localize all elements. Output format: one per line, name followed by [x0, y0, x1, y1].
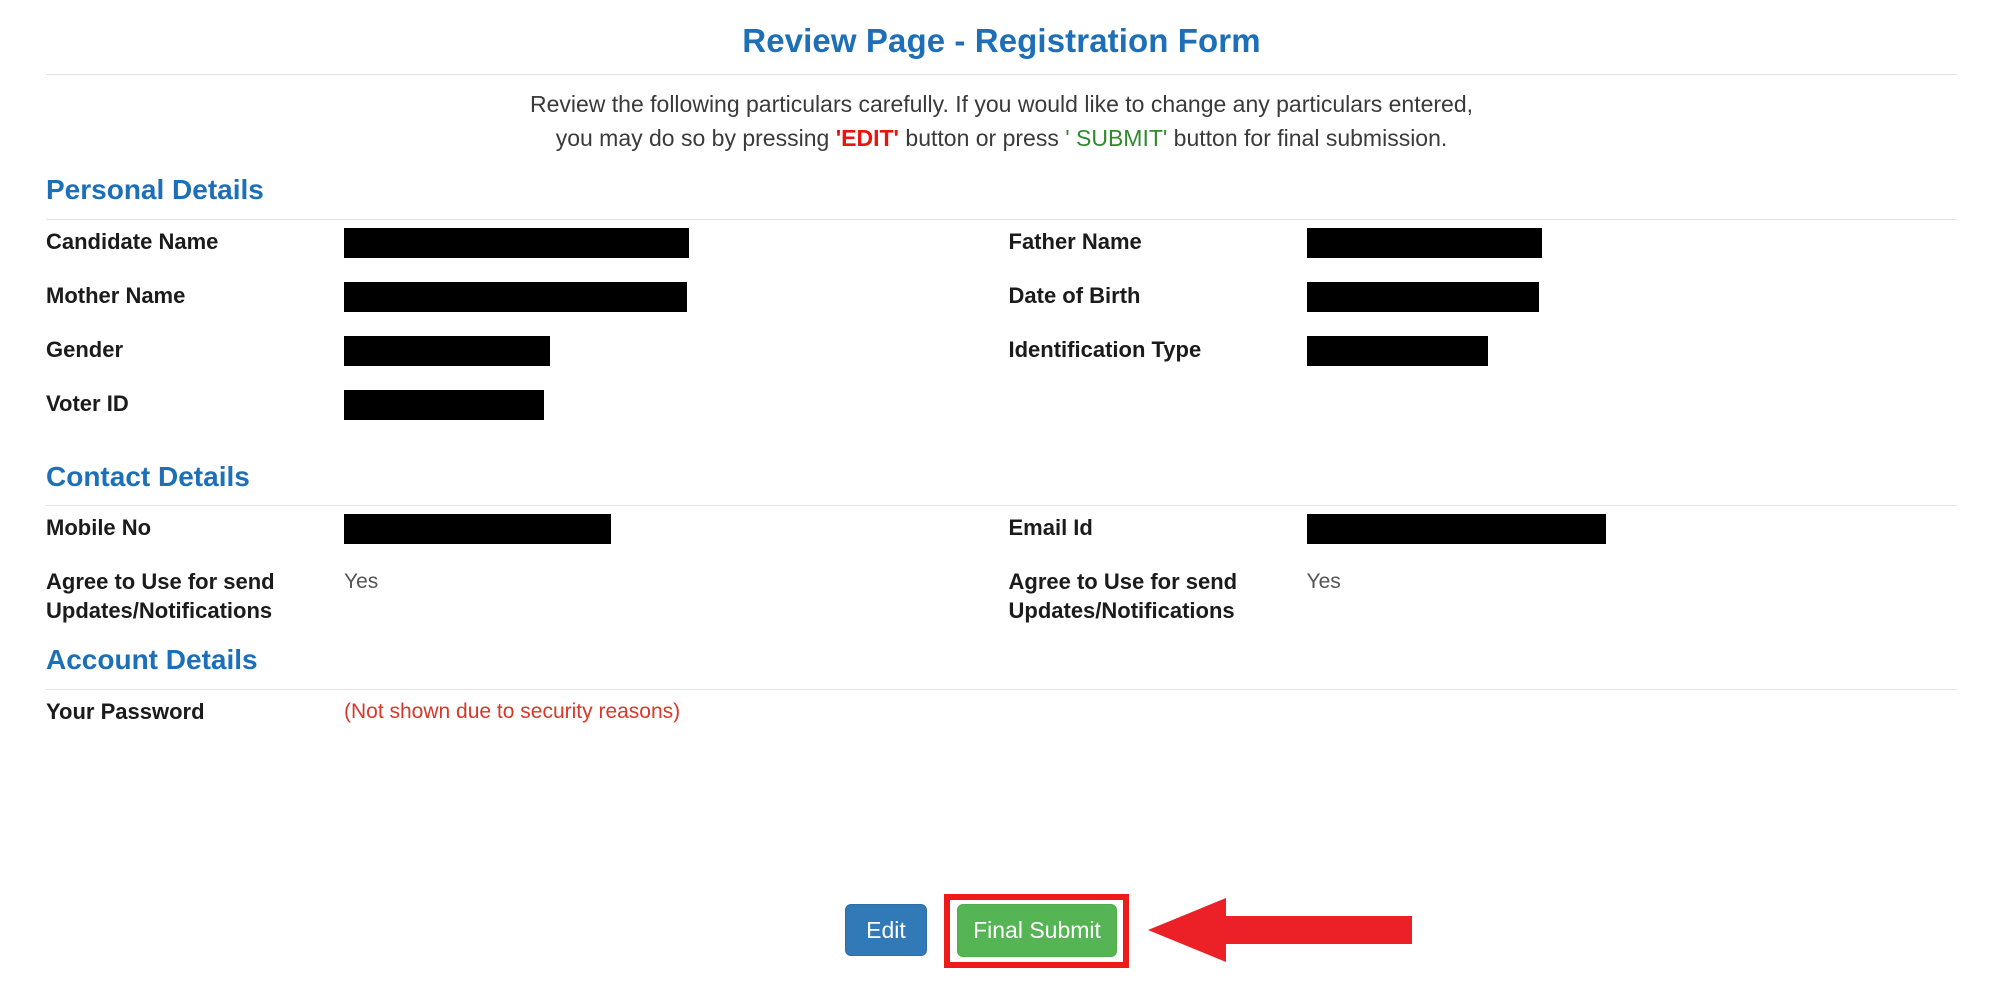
field-value	[1307, 388, 1958, 420]
field-cell-right: Email Id	[1002, 512, 1958, 545]
field-row: Mobile No Email Id	[46, 512, 1957, 566]
field-cell-left: Candidate Name	[46, 226, 1002, 258]
subtitle-prefix: you may do so by pressing	[555, 124, 836, 151]
redacted-value	[344, 514, 611, 545]
field-label: Agree to Use for send Updates/Notificati…	[1008, 569, 1238, 623]
redacted-value	[344, 281, 687, 312]
field-value	[344, 334, 1002, 366]
field-cell-left: Your Password (Not shown due to security …	[46, 696, 1002, 728]
field-label: Your Password	[46, 698, 205, 724]
field-row: Your Password (Not shown due to security …	[46, 696, 1957, 750]
field-rows: Candidate Name Father Name Mother Name Date…	[46, 226, 1957, 442]
redacted-value	[1306, 227, 1542, 258]
section-account-details: Account Details Your Password (Not shown d…	[0, 643, 2003, 750]
field-value	[1306, 280, 1958, 312]
redacted-value	[344, 227, 689, 258]
field-cell-right: Agree to Use for send Updates/Notificati…	[1002, 566, 1958, 625]
field-row: Mother Name Date of Birth	[46, 280, 1957, 334]
field-value: Yes	[1307, 566, 1958, 598]
section-contact-details: Contact Details Mobile No Email Id Agree to…	[0, 460, 2003, 626]
field-value	[1306, 334, 1958, 366]
section-heading: Account Details	[46, 644, 258, 676]
title-divider	[46, 74, 1957, 76]
field-label: Email Id	[1008, 515, 1093, 541]
subtitle-line-1: Review the following particulars careful…	[529, 91, 1474, 118]
field-cell-right: Father Name	[1002, 226, 1958, 258]
redacted-value	[1306, 514, 1606, 545]
section-divider	[46, 688, 1957, 690]
page-subtitle: Review the following particulars careful…	[0, 88, 2003, 155]
page-title: Review Page - Registration Form	[742, 22, 1261, 59]
field-cell-left: Gender	[46, 334, 1002, 366]
field-value	[344, 280, 1002, 312]
red-arrow-annotation-icon	[1148, 898, 1412, 962]
field-label: Gender	[46, 336, 124, 362]
review-page: Review Page - Registration Form Review t…	[0, 0, 2003, 988]
redacted-value	[344, 389, 544, 420]
field-value	[344, 226, 1002, 258]
section-divider	[46, 505, 1957, 507]
sections-container: Personal Details Candidate Name Father Nam…	[0, 173, 2003, 750]
field-label: Candidate Name	[46, 228, 219, 254]
field-value-text: Yes	[344, 570, 379, 594]
field-value: (Not shown due to security reasons)	[344, 696, 1002, 728]
field-row: Agree to Use for send Updates/Notificati…	[46, 566, 1957, 625]
field-rows: Your Password (Not shown due to security …	[46, 696, 1957, 750]
subtitle-suffix: button for final submission.	[1167, 124, 1448, 151]
field-cell-right	[1002, 388, 1958, 420]
field-label	[1009, 388, 1307, 390]
section-heading: Contact Details	[46, 460, 250, 492]
field-label: Date of Birth	[1008, 282, 1141, 308]
field-value	[344, 388, 1002, 420]
section-divider	[46, 218, 1957, 220]
field-value	[1306, 226, 1958, 258]
edit-button[interactable]: Edit	[845, 904, 927, 956]
field-row: Gender Identification Type	[46, 334, 1957, 388]
field-value-text: Yes	[1306, 570, 1341, 594]
field-value	[1306, 512, 1958, 545]
field-rows: Mobile No Email Id Agree to Use for send U…	[46, 512, 1957, 625]
field-label: Agree to Use for send Updates/Notificati…	[46, 569, 275, 623]
submit-keyword: ' SUBMIT'	[1065, 124, 1168, 151]
section-personal-details: Personal Details Candidate Name Father Nam…	[0, 173, 2003, 442]
field-value	[344, 512, 1002, 545]
field-label	[1009, 696, 1307, 698]
field-value	[1307, 696, 1958, 728]
redacted-value	[1306, 281, 1539, 312]
field-row: Candidate Name Father Name	[46, 226, 1957, 280]
field-cell-left: Mother Name	[46, 280, 1002, 312]
field-cell-left: Agree to Use for send Updates/Notificati…	[46, 566, 1002, 625]
password-notice: (Not shown due to security reasons)	[344, 699, 681, 723]
form-actions: Edit Final Submit	[0, 894, 2003, 968]
redacted-value	[1306, 335, 1488, 366]
redacted-value	[344, 335, 550, 366]
subtitle-middle: button or press	[899, 124, 1066, 151]
field-value: Yes	[344, 566, 1002, 598]
field-label: Identification Type	[1008, 336, 1202, 362]
field-row: Voter ID	[46, 388, 1957, 442]
field-label: Mother Name	[46, 282, 186, 308]
field-label: Mobile No	[46, 515, 152, 541]
field-cell-right: Identification Type	[1002, 334, 1958, 366]
field-label: Voter ID	[46, 390, 129, 416]
section-heading: Personal Details	[46, 173, 264, 205]
field-cell-right: Date of Birth	[1002, 280, 1958, 312]
field-cell-left: Mobile No	[46, 512, 1002, 545]
field-cell-right	[1002, 696, 1958, 728]
field-cell-left: Voter ID	[46, 388, 1002, 420]
final-submit-button[interactable]: Final Submit	[957, 904, 1117, 957]
edit-keyword: 'EDIT'	[835, 124, 900, 151]
field-label: Father Name	[1008, 228, 1142, 254]
